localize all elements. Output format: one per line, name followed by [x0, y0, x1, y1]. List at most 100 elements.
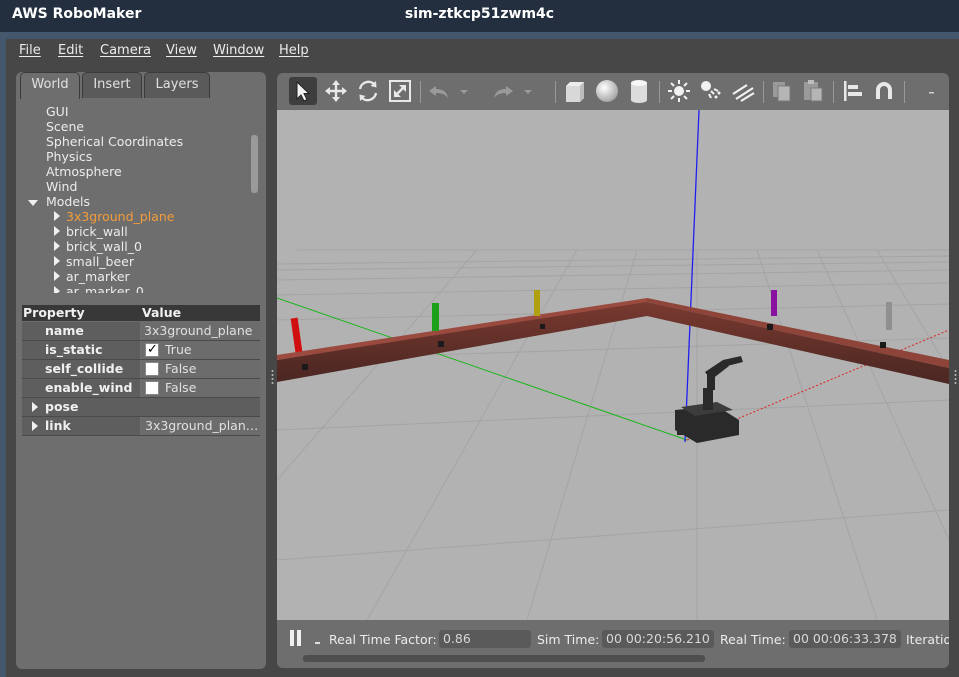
property-name: link	[22, 417, 140, 435]
property-value: False	[165, 380, 197, 395]
property-name: pose	[22, 398, 260, 416]
undo-dropdown-icon[interactable]	[457, 77, 471, 105]
tree-model-brick-wall-0[interactable]: brick_wall_0	[66, 239, 142, 254]
real-time-value: 00 00:06:33.378	[789, 630, 901, 648]
enable-wind-checkbox[interactable]	[145, 381, 159, 395]
translate-icon[interactable]	[322, 77, 350, 105]
toolbar-separator	[833, 81, 834, 103]
expand-arrow-icon[interactable]	[54, 211, 60, 221]
title-bar: AWS RoboMaker sim-ztkcp51zwm4c	[0, 0, 959, 32]
viewport-panel: Real Time Factor: 0.86 Sim Time: 00 00:2…	[277, 73, 949, 668]
expand-arrow-icon[interactable]	[54, 256, 60, 266]
expand-arrow-icon[interactable]	[32, 421, 38, 431]
menu-view[interactable]: View	[166, 43, 197, 58]
tab-insert[interactable]: Insert	[82, 72, 142, 98]
is-static-checkbox[interactable]: ✓	[145, 342, 159, 357]
property-value: True	[165, 342, 192, 357]
sim-time-value: 00 00:20:56.210	[602, 630, 714, 648]
app-frame: File Edit Camera View Window Help World …	[0, 32, 959, 677]
undo-icon[interactable]	[425, 77, 453, 105]
pause-icon[interactable]	[289, 629, 303, 647]
paste-icon[interactable]	[799, 77, 827, 105]
tree-model-ar-marker[interactable]: ar_marker	[66, 269, 130, 284]
redo-icon[interactable]	[489, 77, 517, 105]
point-light-icon[interactable]	[665, 77, 693, 105]
tab-layers[interactable]: Layers	[144, 72, 210, 98]
property-row-link[interactable]: link 3x3ground_plane::link	[22, 417, 260, 435]
real-time-factor-value: 0.86	[439, 630, 531, 648]
menu-window[interactable]: Window	[213, 43, 264, 58]
scene-render	[277, 110, 949, 620]
property-value: 3x3ground_plane	[142, 322, 260, 340]
property-name: name	[22, 322, 140, 340]
tree-model-brick-wall[interactable]: brick_wall	[66, 224, 128, 239]
toolbar-separator	[420, 81, 421, 103]
tree-model-3x3ground-plane[interactable]: 3x3ground_plane	[66, 209, 174, 224]
directional-light-icon[interactable]	[729, 77, 757, 105]
menu-edit[interactable]: Edit	[58, 43, 83, 58]
tree-item-atmosphere[interactable]: Atmosphere	[46, 164, 122, 179]
select-arrow-icon[interactable]	[289, 77, 317, 105]
align-icon[interactable]	[839, 77, 867, 105]
menu-help[interactable]: Help	[279, 43, 309, 58]
checkmark-icon: ✓	[147, 342, 158, 357]
property-row-enable-wind[interactable]: enable_wind False	[22, 379, 260, 397]
left-splitter-handle[interactable]	[271, 369, 274, 385]
expand-arrow-icon[interactable]	[54, 226, 60, 236]
scene-viewport[interactable]	[277, 110, 949, 620]
expand-arrow-icon[interactable]	[32, 402, 38, 412]
expand-arrow-icon[interactable]	[54, 271, 60, 281]
tree-item-spherical-coordinates[interactable]: Spherical Coordinates	[46, 134, 183, 149]
sphere-icon[interactable]	[593, 77, 621, 105]
expand-arrow-icon[interactable]	[54, 241, 60, 251]
tree-model-small-beer[interactable]: small_beer	[66, 254, 134, 269]
step-icon[interactable]	[315, 642, 320, 644]
collapse-arrow-icon[interactable]	[28, 200, 38, 206]
simulation-name: sim-ztkcp51zwm4c	[404, 6, 555, 22]
toolbar-separator	[659, 81, 660, 103]
left-panel: World Insert Layers GUI Scene Spherical …	[16, 72, 266, 669]
right-splitter-handle[interactable]	[954, 369, 957, 385]
property-name: enable_wind	[22, 379, 140, 397]
expand-arrow-icon[interactable]	[54, 286, 60, 293]
property-row-is-static[interactable]: is_static ✓ True	[22, 341, 260, 359]
horizontal-scrollbar[interactable]	[303, 655, 705, 662]
property-header: Property	[22, 305, 140, 321]
scale-icon[interactable]	[386, 77, 414, 105]
iterations-label: Iterations:	[906, 632, 949, 647]
redo-dropdown-icon[interactable]	[521, 77, 535, 105]
time-panel: Real Time Factor: 0.86 Sim Time: 00 00:2…	[277, 620, 949, 668]
snap-icon[interactable]	[870, 77, 898, 105]
property-value-cell: False	[142, 360, 260, 378]
cylinder-icon[interactable]	[625, 77, 653, 105]
tree-item-wind[interactable]: Wind	[46, 179, 77, 194]
tree-item-physics[interactable]: Physics	[46, 149, 92, 164]
menu-camera[interactable]: Camera	[100, 43, 151, 58]
toolbar-separator	[763, 81, 764, 103]
row-divider	[22, 435, 260, 436]
menu-bar: File Edit Camera View Window Help	[6, 39, 959, 63]
tree-item-gui[interactable]: GUI	[46, 105, 69, 119]
box-icon[interactable]	[561, 77, 589, 105]
sim-time-label: Sim Time:	[537, 632, 600, 647]
tree-item-models[interactable]: Models	[46, 194, 90, 209]
tree-item-scene[interactable]: Scene	[46, 119, 84, 134]
copy-icon[interactable]	[768, 77, 796, 105]
property-row-name[interactable]: name 3x3ground_plane	[22, 322, 260, 340]
property-row-pose[interactable]: pose	[22, 398, 260, 416]
gazebo-window: File Edit Camera View Window Help World …	[6, 39, 959, 677]
tree-model-ar-marker-0[interactable]: ar_marker_0	[66, 284, 144, 293]
toolbar-separator	[904, 81, 905, 103]
property-row-self-collide[interactable]: self_collide False	[22, 360, 260, 378]
self-collide-checkbox[interactable]	[145, 362, 159, 376]
property-name: self_collide	[22, 360, 140, 378]
menu-file[interactable]: File	[19, 43, 41, 58]
tab-world[interactable]: World	[20, 72, 80, 99]
spot-light-icon[interactable]	[697, 77, 725, 105]
rotate-icon[interactable]	[354, 77, 382, 105]
property-value: 3x3ground_plane::link	[142, 417, 260, 435]
more-icon[interactable]	[921, 77, 941, 105]
property-value-cell: False	[142, 379, 260, 397]
world-tree: GUI Scene Spherical Coordinates Physics …	[16, 105, 266, 293]
tree-scrollbar[interactable]	[251, 135, 258, 193]
